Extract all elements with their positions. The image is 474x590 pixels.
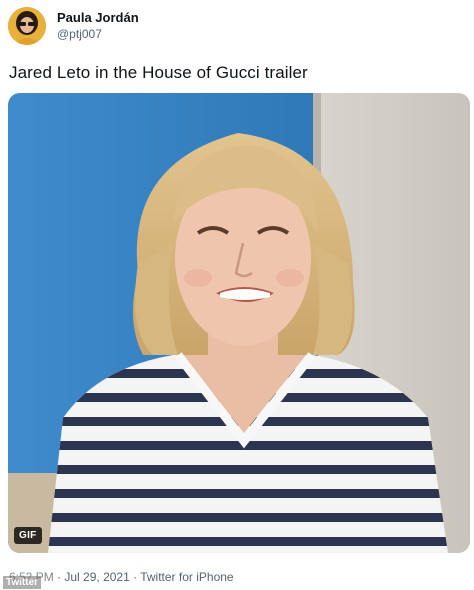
meta-separator: · [53, 570, 65, 584]
author-handle[interactable]: @ptj007 [57, 26, 139, 42]
tweet-meta: 6:52 PM · Jul 29, 2021 · Twitter for iPh… [9, 569, 234, 585]
avatar[interactable] [8, 7, 46, 45]
gif-frame [8, 93, 470, 553]
tweet-date[interactable]: Jul 29, 2021 [64, 570, 129, 584]
tweet-media-gif[interactable] [8, 93, 470, 553]
meta-separator: · [129, 570, 141, 584]
gif-badge: GIF [14, 527, 42, 544]
twitter-watermark: Twitter [3, 576, 42, 589]
tweet-header: Paula Jordán @ptj007 [8, 7, 139, 45]
tweet-source[interactable]: Twitter for iPhone [140, 570, 233, 584]
author-names: Paula Jordán @ptj007 [57, 10, 139, 42]
tweet-text: Jared Leto in the House of Gucci trailer [9, 63, 308, 82]
author-display-name[interactable]: Paula Jordán [57, 10, 139, 26]
tweet-card: Paula Jordán @ptj007 Jared Leto in the H… [0, 0, 474, 590]
avatar-image [8, 7, 46, 45]
